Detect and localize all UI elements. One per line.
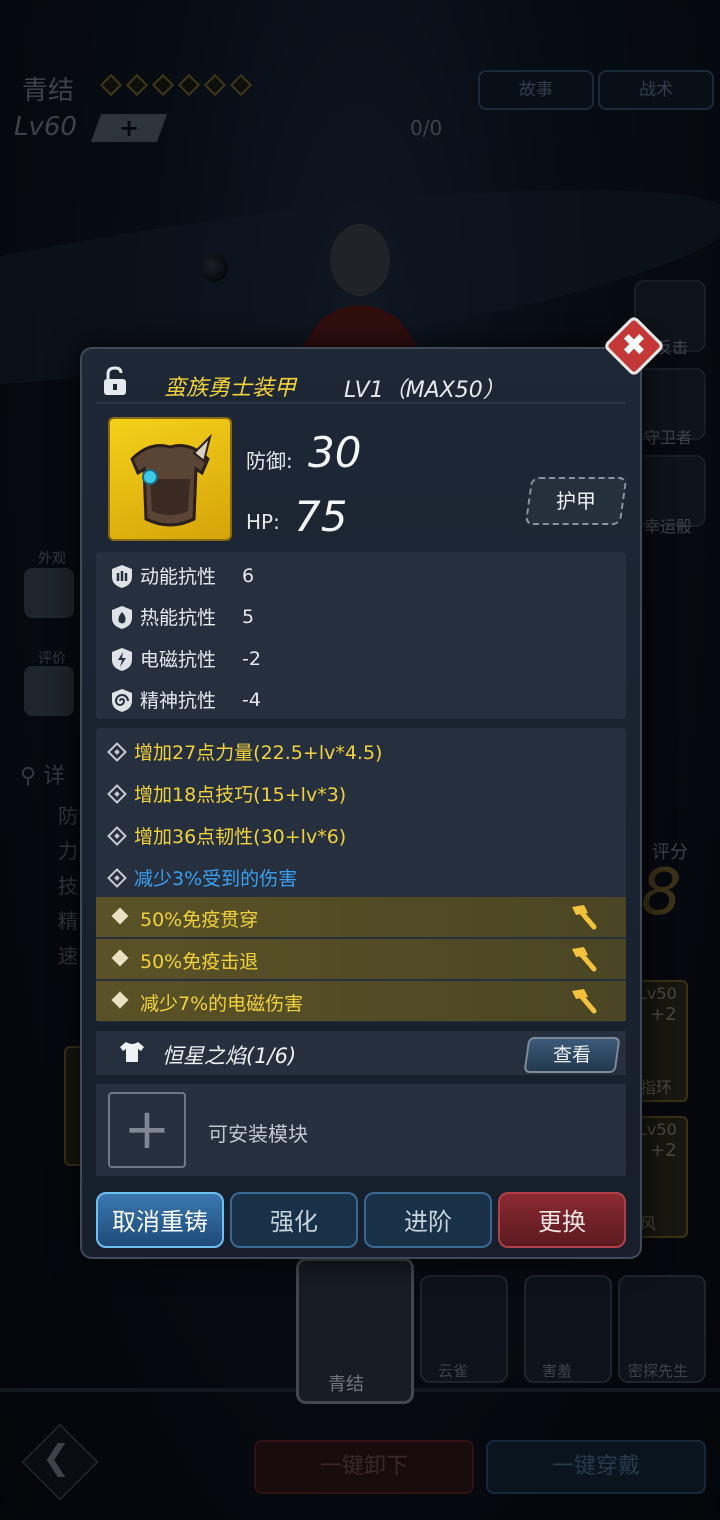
reforged-row: 50%免疫贯穿	[96, 897, 626, 937]
close-icon[interactable]: ✖	[612, 324, 656, 368]
bonus-row: 减少3%受到的伤害	[107, 864, 298, 891]
diamond-icon	[111, 991, 129, 1009]
resistance-value: -2	[242, 647, 261, 670]
resistance-row: 电磁抗性 -2	[110, 645, 261, 672]
hp-value: 75	[294, 492, 348, 541]
bonus-row: 增加36点韧性(30+lv*6)	[107, 822, 347, 849]
defense-value: 30	[308, 428, 362, 477]
bonus-text: 增加36点韧性(30+lv*6)	[134, 826, 347, 848]
resistance-value: -4	[242, 688, 261, 711]
view-set-label: 查看	[552, 1044, 591, 1066]
item-name: 蛮族勇士装甲	[164, 376, 297, 401]
resistance-label: 热能抗性	[140, 607, 217, 629]
plus-icon[interactable]: +	[108, 1092, 186, 1168]
item-level: LV1（MAX50）	[344, 378, 505, 403]
bonus-text: 减少3%受到的伤害	[134, 868, 298, 890]
bonus-row: 增加18点技巧(15+lv*3)	[107, 780, 347, 807]
reforged-text: 减少7%的电磁伤害	[140, 993, 304, 1015]
resistance-label: 动能抗性	[140, 566, 217, 588]
attribute-bullet-icon	[107, 741, 127, 762]
hp-label: HP:	[246, 510, 280, 534]
bonus-row: 增加27点力量(22.5+lv*4.5)	[107, 738, 383, 765]
attribute-bullet-icon	[107, 825, 127, 846]
diamond-icon	[111, 949, 129, 967]
reforged-text: 50%免疫击退	[140, 951, 259, 973]
reforged-row: 50%免疫击退	[96, 939, 626, 979]
shirt-icon	[120, 1042, 144, 1062]
resistance-label: 精神抗性	[140, 690, 217, 712]
reforged-text: 50%免疫贯穿	[140, 909, 259, 931]
advance-button[interactable]: 进阶	[364, 1192, 492, 1248]
view-set-button[interactable]: 查看	[523, 1037, 621, 1073]
attribute-bullet-icon	[107, 867, 127, 888]
module-hint: 可安装模块	[208, 1122, 308, 1146]
spiral-icon	[112, 688, 132, 712]
lightning-icon	[112, 647, 132, 671]
resistance-row: 精神抗性 -4	[110, 686, 261, 713]
set-name: 恒星之焰(1/6)	[162, 1044, 297, 1068]
resistance-value: 6	[242, 564, 255, 587]
hammer-icon[interactable]	[568, 945, 598, 973]
bonus-text: 增加27点力量(22.5+lv*4.5)	[134, 742, 383, 764]
bonus-text: 增加18点技巧(15+lv*3)	[134, 784, 347, 806]
resistance-row: 热能抗性 5	[110, 603, 254, 630]
hammer-icon[interactable]	[568, 903, 598, 931]
diamond-icon	[111, 907, 129, 925]
hammer-icon[interactable]	[568, 987, 598, 1015]
reforged-row: 减少7%的电磁伤害	[96, 981, 626, 1021]
unlock-icon[interactable]	[102, 366, 128, 396]
cancel-reforge-button[interactable]: 取消重铸	[96, 1192, 224, 1248]
divider	[96, 402, 626, 404]
kinetic-icon	[112, 564, 132, 588]
armor-item-icon	[108, 417, 232, 541]
armor-type-badge[interactable]: 护甲	[524, 477, 628, 525]
attribute-bullet-icon	[107, 783, 127, 804]
fire-icon	[112, 605, 132, 629]
enhance-button[interactable]: 强化	[230, 1192, 358, 1248]
replace-button[interactable]: 更换	[498, 1192, 626, 1248]
defense-label: 防御:	[246, 449, 293, 473]
resistance-value: 5	[242, 605, 255, 628]
armor-type-label: 护甲	[556, 489, 596, 513]
armor-icon	[130, 433, 212, 527]
resistance-label: 电磁抗性	[140, 649, 217, 671]
resistance-row: 动能抗性 6	[110, 562, 254, 589]
